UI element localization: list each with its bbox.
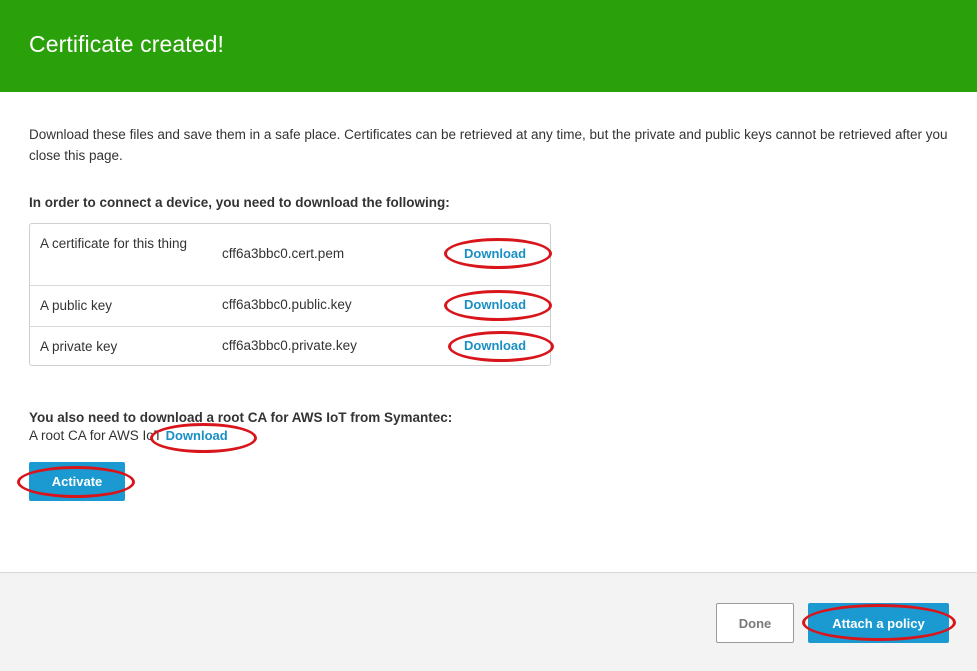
file-name: cff6a3bbc0.private.key bbox=[222, 338, 357, 353]
download-root-ca-link[interactable]: Download bbox=[166, 428, 228, 443]
root-ca-line: A root CA for AWS IoT Download bbox=[29, 428, 228, 443]
file-name: cff6a3bbc0.public.key bbox=[222, 297, 352, 312]
root-ca-title: You also need to download a root CA for … bbox=[29, 410, 453, 425]
file-row-private-key: A private key cff6a3bbc0.private.key Dow… bbox=[30, 326, 550, 366]
done-button[interactable]: Done bbox=[716, 603, 794, 643]
file-row-certificate: A certificate for this thing cff6a3bbc0.… bbox=[30, 224, 550, 285]
activate-button[interactable]: Activate bbox=[29, 462, 125, 501]
file-name: cff6a3bbc0.cert.pem bbox=[222, 246, 345, 261]
files-table: A certificate for this thing cff6a3bbc0.… bbox=[29, 223, 551, 366]
files-section-title: In order to connect a device, you need t… bbox=[29, 195, 450, 210]
page-title: Certificate created! bbox=[29, 31, 225, 57]
intro-text: Download these files and save them in a … bbox=[29, 127, 948, 163]
download-private-key-link[interactable]: Download bbox=[464, 338, 526, 353]
attach-policy-button[interactable]: Attach a policy bbox=[808, 603, 949, 643]
download-certificate-link[interactable]: Download bbox=[464, 246, 526, 261]
file-description: A private key bbox=[40, 339, 118, 354]
footer-bar: Done Attach a policy bbox=[0, 572, 977, 671]
file-row-public-key: A public key cff6a3bbc0.public.key Downl… bbox=[30, 285, 550, 326]
file-description: A public key bbox=[40, 298, 113, 313]
header-banner: Certificate created! bbox=[0, 0, 977, 92]
download-public-key-link[interactable]: Download bbox=[464, 297, 526, 312]
root-ca-label: A root CA for AWS IoT bbox=[29, 428, 162, 443]
file-description: A certificate for this thing bbox=[40, 236, 188, 251]
